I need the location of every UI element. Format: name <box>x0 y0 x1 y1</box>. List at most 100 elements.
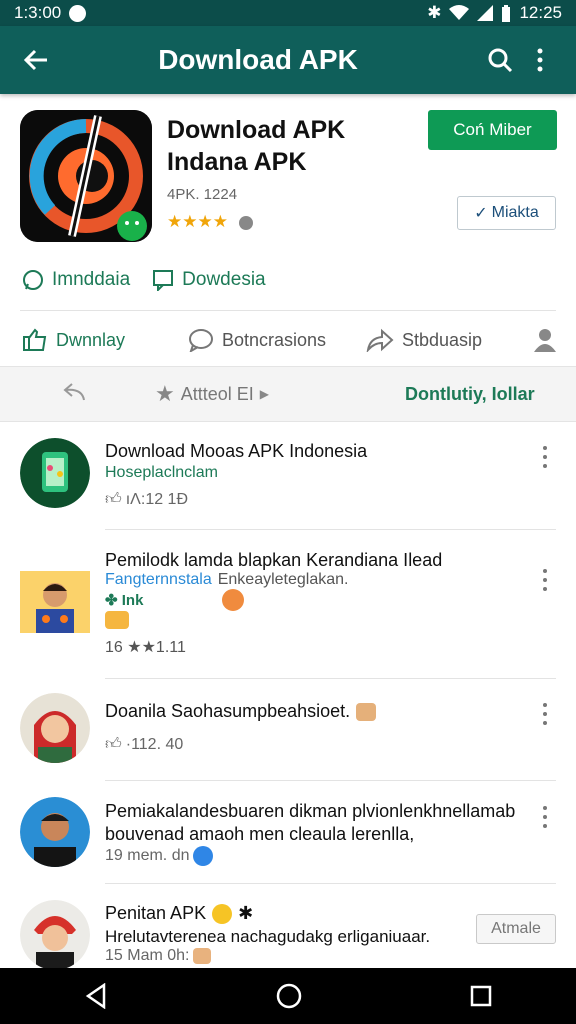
item-meta: 16 ★★1.11 <box>105 637 186 657</box>
item-meta-text: 16 ★★1.11 <box>105 639 186 656</box>
emoji-icon <box>222 589 244 611</box>
item-title: Pemiakalandesbuaren dikman plvionlenkhne… <box>105 801 516 844</box>
divider <box>20 310 556 311</box>
divider <box>105 883 556 884</box>
profile-action[interactable] <box>534 328 556 352</box>
list-item[interactable]: Pemiakalandesbuaren dikman plvionlenkhne… <box>0 782 576 884</box>
action-row: Dwnnlay Botncrasions Stbduasip <box>0 322 576 358</box>
item-meta: 19 mem. dn <box>105 846 214 866</box>
comment-action[interactable]: Botncrasions <box>188 328 326 352</box>
comment-icon <box>189 329 213 352</box>
status-bar: 1:3:00 ✱ 12:25 <box>0 0 576 26</box>
check-icon: ✓ <box>474 205 488 222</box>
thumb-up-icon: 👍︎ <box>105 736 122 753</box>
app-icon[interactable] <box>20 110 152 242</box>
status-time-left: 1:3:00 <box>14 3 62 22</box>
item-title-row: Doanila Saohasumpbeahsioet. <box>105 701 377 722</box>
sparkle-icon: ✱ <box>238 903 254 923</box>
more-vert-icon[interactable] <box>538 703 552 725</box>
hand-icon <box>356 702 377 721</box>
list-item[interactable]: Penitan APK ✱ Hrelutavterenea nachagudak… <box>0 885 576 970</box>
item-tag: ✤ Ink <box>105 591 143 609</box>
list-item[interactable]: Pemilodk lamda blapkan Kerandiana Ilead … <box>0 531 576 679</box>
secondary-button-label: Miakta <box>491 204 539 221</box>
item-meta: 👍︎ ·112. 40 <box>105 735 183 754</box>
action-label: Dwnnlay <box>56 329 126 350</box>
more-vert-icon[interactable] <box>538 446 552 468</box>
page-title: Download APK <box>158 44 358 75</box>
item-meta-text: 19 mem. dn <box>105 847 190 864</box>
filter-right-label[interactable]: Dontlutiy, Iollar <box>405 384 535 405</box>
like-action[interactable]: Dwnnlay <box>22 328 125 352</box>
chip-whatsapp[interactable]: Imnddaia <box>22 266 130 294</box>
status-time-right: 12:25 <box>519 3 562 22</box>
thumb-up-icon <box>23 328 47 351</box>
action-label: Botncrasions <box>222 329 327 350</box>
home-circle-icon[interactable] <box>276 983 302 1009</box>
chip-chat[interactable]: Dowdesia <box>152 266 266 294</box>
app-header: Download APK Indana APK 4PK. 1224 ★★★★ C… <box>0 96 576 256</box>
install-button[interactable]: Coń Miber <box>428 110 557 150</box>
sort-label: Attteol EI <box>180 383 254 404</box>
more-vert-icon[interactable] <box>538 806 552 828</box>
item-title: Download Mooas APK Indonesia <box>105 441 368 461</box>
clover-icon: ✤ <box>105 592 118 609</box>
recents-square-icon[interactable] <box>470 985 492 1007</box>
item-meta: 👍︎ ıɅ:12 1Ð <box>105 490 188 509</box>
rating-stars: ★★★★ <box>167 212 228 231</box>
item-action-button[interactable]: Atmale <box>476 914 556 944</box>
filter-bar: ★ Attteol EI ▶ Dontlutiy, Iollar <box>0 366 576 422</box>
divider <box>105 529 556 530</box>
action-label: Stbduasip <box>402 329 483 350</box>
list-item[interactable]: Doanila Saohasumpbeahsioet. 👍︎ ·112. 40 <box>0 679 576 781</box>
info-icon <box>238 215 253 230</box>
back-triangle-icon[interactable] <box>84 983 108 1009</box>
item-subtitle: Hrelutavterenea nachagudakg erliganiuaar… <box>105 927 431 946</box>
thumb-up-icon: 👍︎ <box>105 491 122 508</box>
item-title-row: Penitan APK ✱ <box>105 903 253 924</box>
bluetooth-icon: ✱ <box>427 3 442 22</box>
app-version: 4PK. 1224 <box>167 186 238 203</box>
item-meta-text: 15 Mam 0h: <box>105 947 190 964</box>
app-bar: Download APK <box>0 26 576 94</box>
divider <box>105 780 556 781</box>
sort-dropdown[interactable]: ★ Attteol EI ▶ <box>155 381 269 407</box>
item-meta-text: ·112. 40 <box>125 735 184 753</box>
item-subtitle: Fangternnstala <box>105 571 212 588</box>
more-vert-icon[interactable] <box>538 569 552 591</box>
system-nav-bar <box>0 968 576 1024</box>
share-icon <box>366 328 394 352</box>
person-icon <box>534 329 556 352</box>
search-icon[interactable] <box>480 40 520 80</box>
avatar <box>20 797 90 867</box>
chip-label: Dowdesia <box>182 269 266 290</box>
undo-icon[interactable] <box>62 382 88 407</box>
avatar <box>20 693 90 763</box>
list-item[interactable]: Download Mooas APK Indonesia Hoseplaclnc… <box>0 422 576 530</box>
item-meta: 15 Mam 0h: <box>105 947 212 965</box>
item-subtitle-2: Enkeayleteglakan. <box>217 571 349 588</box>
item-title: Penitan APK <box>105 903 207 923</box>
item-title: Doanila Saohasumpbeahsioet. <box>105 701 351 721</box>
hand-icon <box>105 611 129 629</box>
avatar <box>20 900 90 970</box>
app-rating: ★★★★ <box>167 212 253 232</box>
secondary-button[interactable]: ✓ Miakta <box>457 196 556 230</box>
wifi-icon <box>449 5 470 20</box>
verified-icon <box>193 846 214 866</box>
item-title: Pemilodk lamda blapkan Kerandiana Ilead <box>105 550 443 570</box>
avatar <box>20 438 90 508</box>
avatar <box>20 571 90 633</box>
battery-icon <box>502 4 511 22</box>
share-action[interactable]: Stbduasip <box>366 328 482 352</box>
item-subtitle: Hoseplaclnclam <box>105 464 218 481</box>
app-title: Download APK Indana APK <box>167 116 346 176</box>
chip-row: Imnddaia Dowdesia <box>22 266 562 294</box>
more-vert-icon[interactable] <box>520 40 560 80</box>
chip-label: Imnddaia <box>52 269 131 290</box>
item-subtitle-row: Fangternnstala Enkeayleteglakan. <box>105 571 349 589</box>
signal-icon <box>477 5 494 21</box>
item-tag-label: Ink <box>121 592 144 609</box>
chevron-right-icon: ▶ <box>259 387 270 401</box>
item-meta-text: ıɅ:12 1Ð <box>125 490 189 508</box>
